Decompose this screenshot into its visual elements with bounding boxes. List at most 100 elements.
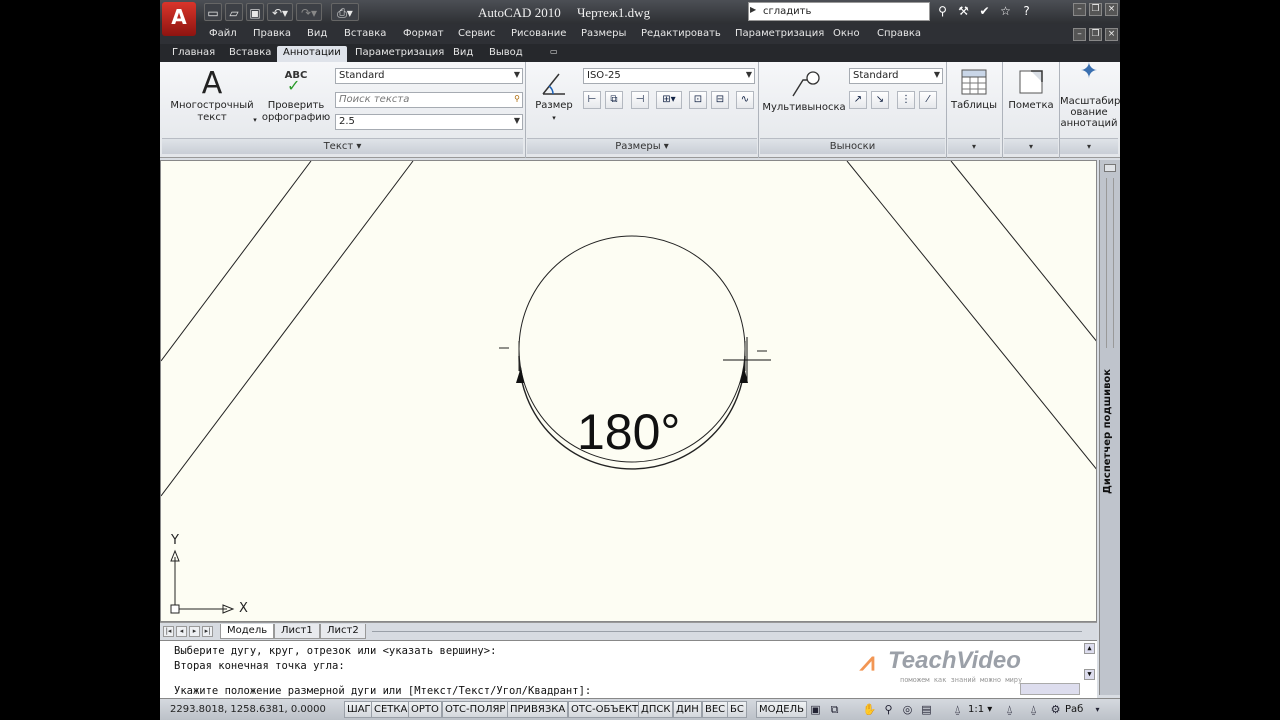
dim-style-select[interactable]: ISO-25 ▼ (583, 68, 755, 84)
command-prompt[interactable]: Укажите положение размерной дуги или [Мт… (174, 685, 591, 697)
doc-minimize-button[interactable]: – (1073, 28, 1086, 41)
dimension-text[interactable]: 180° (577, 406, 680, 458)
multileader-button[interactable]: Мультивыноска (762, 68, 846, 114)
menu-insert[interactable]: Вставка (344, 28, 386, 39)
redo-icon[interactable]: ↷▾ (296, 3, 322, 21)
tables-button[interactable]: Таблицы (948, 68, 1000, 112)
menu-draw[interactable]: Рисование (511, 28, 566, 39)
quick-view-layouts-icon[interactable]: ▣ (808, 702, 823, 717)
dim-adjust-space-icon[interactable]: ⧉ (605, 91, 623, 109)
drawing-line[interactable] (846, 161, 1097, 471)
steering-wheel-icon[interactable]: ◎ (900, 702, 915, 717)
tab-layout2[interactable]: Лист2 (320, 624, 366, 639)
dim-update-icon[interactable]: ∿ (736, 91, 754, 109)
menu-tools[interactable]: Сервис (458, 28, 495, 39)
mtext-dropdown-icon[interactable]: ▾ (250, 114, 260, 126)
menu-format[interactable]: Формат (403, 28, 444, 39)
leaders-panel-title[interactable]: Выноски (760, 138, 945, 154)
mtext-button[interactable]: A Многострочный текст (170, 68, 254, 124)
tab-view[interactable]: Вид (447, 46, 479, 62)
collect-leaders-icon[interactable]: ⁄ (919, 91, 937, 109)
tab-parametric[interactable]: Параметризация (349, 46, 450, 62)
communication-icon[interactable]: ✔ (976, 3, 993, 20)
save-icon[interactable]: ▣ (246, 3, 264, 21)
menu-edit[interactable]: Правка (253, 28, 291, 39)
plot-icon[interactable]: ⎙▾ (331, 3, 359, 21)
application-menu-button[interactable]: A (162, 2, 196, 36)
tab-insert[interactable]: Вставка (223, 46, 277, 62)
toggle-osnap[interactable]: ПРИВЯЗКА (507, 701, 569, 718)
align-leaders-icon[interactable]: ⋮ (897, 91, 915, 109)
open-icon[interactable]: ▱ (225, 3, 243, 21)
toggle-quick-properties[interactable]: БС (727, 701, 747, 718)
annotation-visibility-icon[interactable]: ⍙ (1002, 702, 1017, 717)
tab-home[interactable]: Главная (166, 46, 221, 62)
model-space-button[interactable]: МОДЕЛЬ (756, 701, 808, 718)
dim-continue-icon[interactable]: ⊞▾ (656, 91, 682, 109)
dim-baseline-icon[interactable]: ⊣ (631, 91, 649, 109)
menu-file[interactable]: Файл (209, 28, 237, 39)
undo-icon[interactable]: ↶▾ (267, 3, 293, 21)
dimension-button[interactable]: Размер ▾ (532, 68, 576, 124)
drawing-canvas[interactable]: 180° X Y (160, 160, 1097, 622)
toggle-dyn[interactable]: ДИН (673, 701, 702, 718)
workspace-switch-icon[interactable]: ⚙ (1048, 702, 1063, 717)
menu-window[interactable]: Окно (833, 28, 860, 39)
mleader-style-select[interactable]: Standard ▼ (849, 68, 943, 84)
palette-grip-icon[interactable] (1104, 164, 1116, 172)
scroll-down-icon[interactable]: ▼ (1084, 669, 1095, 680)
annotation-scaling-button[interactable]: ✦ Масштабир ование аннотаций (1060, 61, 1120, 130)
minimize-button[interactable]: – (1073, 3, 1086, 16)
tab-model[interactable]: Модель (220, 624, 275, 639)
tab-output[interactable]: Вывод (483, 46, 529, 62)
command-line[interactable]: Выберите дугу, круг, отрезок или <указат… (160, 640, 1097, 698)
dim-jog-icon[interactable]: ⊟ (711, 91, 729, 109)
palette-drag-bar[interactable] (1106, 178, 1114, 348)
ribbon-minimize-icon[interactable]: ▭ (544, 46, 564, 62)
subscription-icon[interactable]: ⚒ (955, 3, 972, 20)
menu-parametric[interactable]: Параметризация (735, 28, 824, 39)
doc-restore-button[interactable]: ❐ (1089, 28, 1102, 41)
auto-scale-icon[interactable]: ⍙ (1026, 702, 1041, 717)
toggle-grid[interactable]: СЕТКА (371, 701, 411, 718)
text-height-select[interactable]: 2.5 ▼ (335, 114, 523, 130)
workspace-label[interactable]: Раб (1065, 704, 1083, 715)
annotation-scaling-expand[interactable]: ▾ (1060, 138, 1118, 154)
markup-button[interactable]: Пометка (1004, 68, 1058, 112)
dim-break-icon[interactable]: ⊢ (583, 91, 601, 109)
toggle-ortho[interactable]: ОРТО (408, 701, 442, 718)
toggle-lineweight[interactable]: ВЕС (702, 701, 729, 718)
toggle-polar-tracking[interactable]: ОТС-ПОЛЯР (442, 701, 509, 718)
doc-close-button[interactable]: × (1105, 28, 1118, 41)
favorites-icon[interactable]: ☆ (997, 3, 1014, 20)
scroll-up-icon[interactable]: ▲ (1084, 643, 1095, 654)
help-icon[interactable]: ? (1018, 3, 1035, 20)
next-tab-icon[interactable]: ▸ (189, 626, 200, 637)
close-button[interactable]: × (1105, 3, 1118, 16)
annotation-scale-value[interactable]: 1:1 ▾ (968, 704, 992, 715)
menu-dimension[interactable]: Размеры (581, 28, 626, 39)
markup-panel-expand[interactable]: ▾ (1004, 138, 1058, 154)
dim-inspect-icon[interactable]: ⊡ (689, 91, 707, 109)
annotation-scale-icon[interactable]: ⍙ (950, 702, 965, 717)
add-leader-icon[interactable]: ↗ (849, 91, 867, 109)
command-hscrollbar[interactable] (1020, 683, 1080, 695)
zoom-icon[interactable]: ⚲ (881, 702, 896, 717)
tab-layout1[interactable]: Лист1 (274, 624, 320, 639)
first-tab-icon[interactable]: |◂ (163, 626, 174, 637)
text-panel-title[interactable]: Текст ▾ (162, 138, 523, 154)
drawing-line[interactable] (161, 161, 414, 497)
text-style-select[interactable]: Standard ▼ (335, 68, 523, 84)
menu-help[interactable]: Справка (877, 28, 921, 39)
binoculars-icon[interactable]: ⚲ (934, 3, 951, 20)
chevron-down-icon[interactable]: ▾ (1090, 702, 1105, 717)
menu-view[interactable]: Вид (307, 28, 327, 39)
search-expand-icon[interactable]: ▶ (750, 5, 756, 14)
new-icon[interactable]: ▭ (204, 3, 222, 21)
toggle-object-tracking[interactable]: ОТС-ОБЪЕКТ (568, 701, 642, 718)
tab-annotate[interactable]: Аннотации (277, 46, 347, 62)
toggle-ducs[interactable]: ДПСК (638, 701, 674, 718)
quick-view-drawings-icon[interactable]: ⧉ (827, 702, 842, 717)
find-text-input[interactable]: Поиск текста ⚲ (335, 92, 523, 108)
spellcheck-button[interactable]: ABC ✓ Проверить орфографию (260, 70, 332, 124)
